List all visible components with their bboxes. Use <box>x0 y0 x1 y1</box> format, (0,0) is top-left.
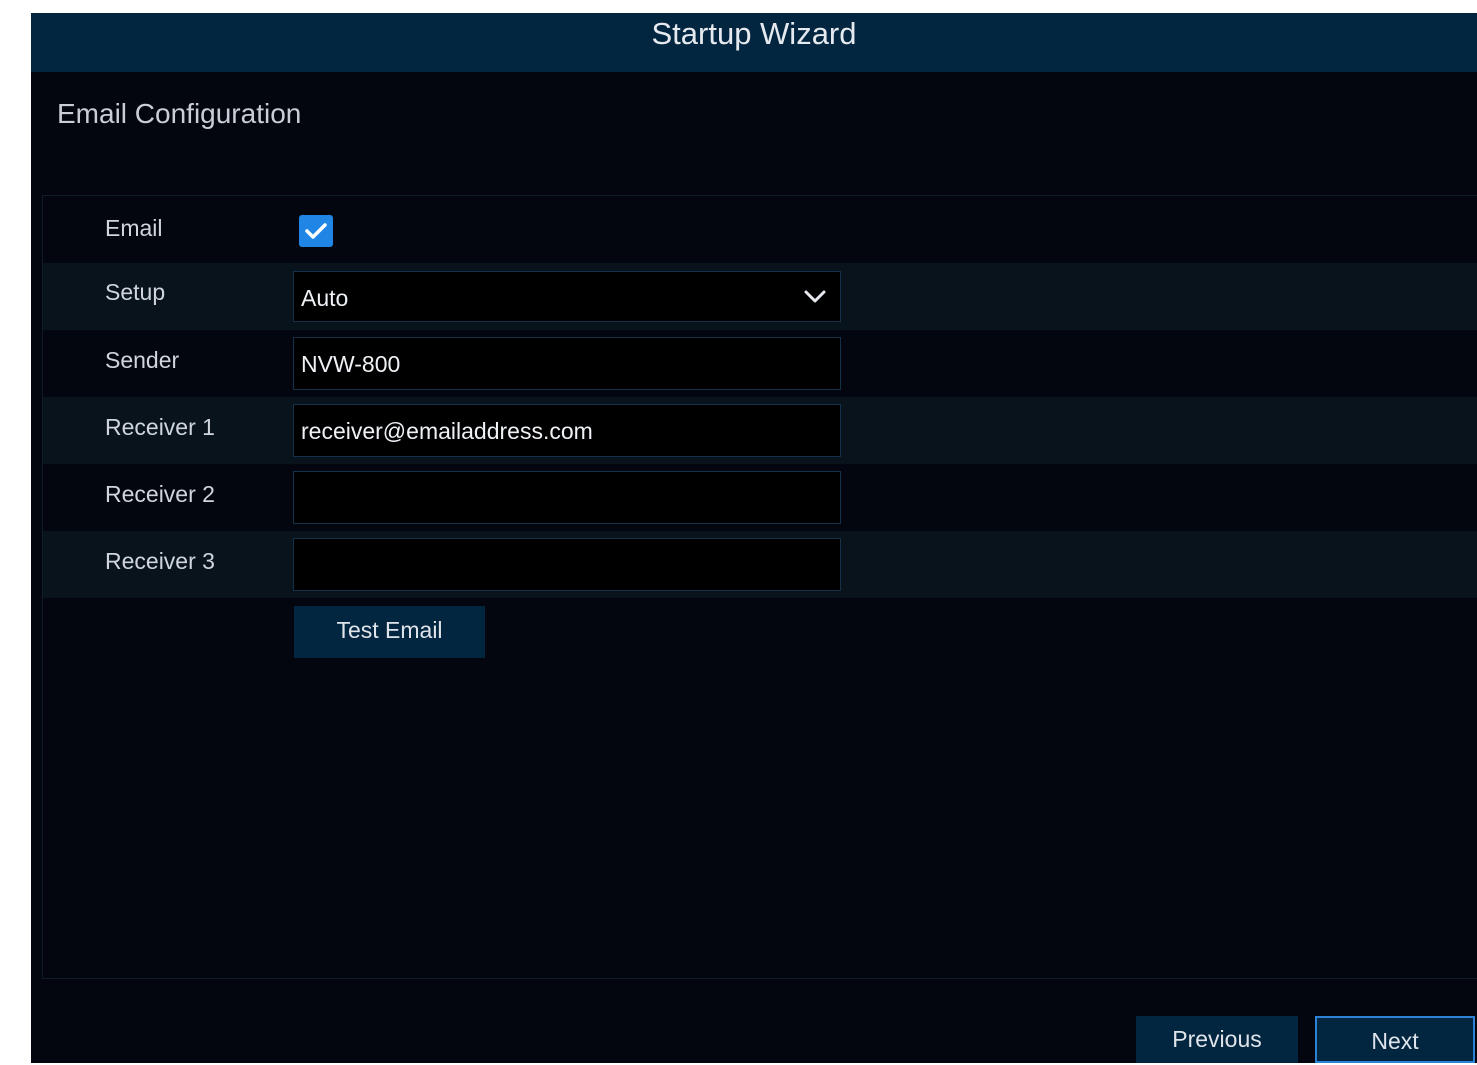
receiver3-row: Receiver 3 <box>43 531 1477 598</box>
email-enable-checkbox[interactable] <box>299 215 333 247</box>
receiver1-row: Receiver 1 receiver@emailaddress.com <box>43 397 1477 464</box>
sender-row: Sender NVW-800 <box>43 330 1477 397</box>
receiver2-input[interactable] <box>293 471 841 524</box>
startup-wizard-window: Startup Wizard Email Configuration Email… <box>31 13 1477 1063</box>
chevron-down-icon <box>804 290 826 303</box>
previous-button[interactable]: Previous <box>1136 1016 1298 1063</box>
setup-label: Setup <box>105 279 166 305</box>
setup-select-value: Auto <box>301 285 349 311</box>
checkmark-icon <box>305 223 327 239</box>
sender-input[interactable]: NVW-800 <box>293 337 841 390</box>
receiver3-label: Receiver 3 <box>105 548 215 574</box>
receiver1-input[interactable]: receiver@emailaddress.com <box>293 404 841 457</box>
setup-row: Setup Auto <box>43 263 1477 330</box>
email-row: Email <box>43 196 1477 263</box>
test-email-button[interactable]: Test Email <box>294 606 485 658</box>
sender-label: Sender <box>105 347 180 373</box>
setup-select[interactable]: Auto <box>293 271 841 322</box>
receiver2-label: Receiver 2 <box>105 481 215 507</box>
section-title: Email Configuration <box>57 98 302 129</box>
email-label: Email <box>105 215 163 241</box>
window-title: Startup Wizard <box>31 13 1477 72</box>
email-settings-panel: Email Setup Auto Sender NVW-800 Receiver… <box>42 195 1477 979</box>
next-button[interactable]: Next <box>1315 1016 1475 1063</box>
receiver2-row: Receiver 2 <box>43 464 1477 531</box>
receiver1-label: Receiver 1 <box>105 414 215 440</box>
receiver3-input[interactable] <box>293 538 841 591</box>
